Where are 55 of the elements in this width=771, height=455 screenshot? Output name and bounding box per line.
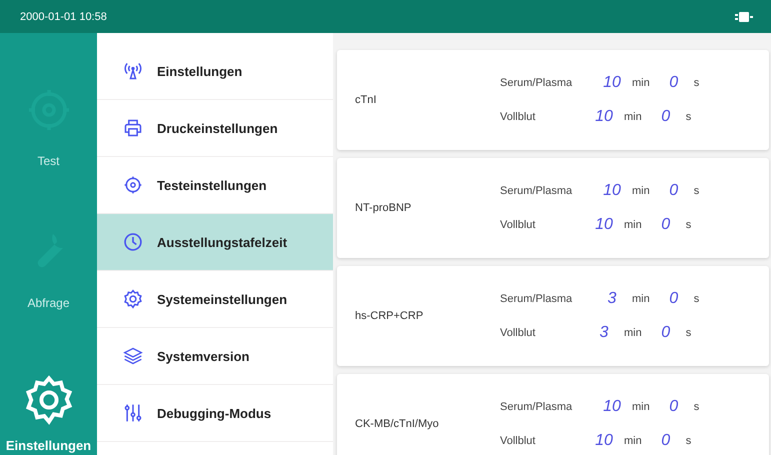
test-name: cTnI	[355, 94, 378, 106]
minutes-field[interactable]: 3	[598, 290, 626, 308]
unit-label: min	[632, 185, 650, 197]
test-name: CK-MB/cTnI/Myo	[355, 418, 440, 430]
minutes-field[interactable]: 10	[598, 398, 626, 416]
unit-label: s	[686, 435, 692, 447]
unit-label: min	[624, 111, 642, 123]
nav-item[interactable]: Einstellungen	[0, 318, 97, 455]
minutes-field[interactable]: 3	[590, 324, 618, 342]
seconds-field[interactable]: 0	[652, 432, 680, 450]
unit-label: min	[624, 435, 642, 447]
unit-label: s	[686, 219, 692, 231]
sample-type: Serum/Plasma	[500, 77, 574, 89]
unit-label: min	[624, 219, 642, 231]
sample-type: Serum/Plasma	[500, 401, 574, 413]
seconds-field[interactable]: 0	[660, 290, 688, 308]
seconds-field[interactable]: 0	[660, 398, 688, 416]
layers-icon	[123, 346, 143, 366]
seconds-field[interactable]: 0	[660, 182, 688, 200]
seconds-field[interactable]: 0	[660, 74, 688, 92]
unit-label: s	[694, 77, 700, 89]
test-name: hs-CRP+CRP	[355, 310, 424, 322]
plug-icon	[735, 10, 753, 22]
sample-type: Vollblut	[500, 111, 536, 123]
sample-type: Vollblut	[500, 435, 536, 447]
test-name: NT-proBNP	[355, 202, 412, 214]
unit-label: s	[694, 185, 700, 197]
unit-label: min	[632, 77, 650, 89]
gear-icon	[123, 289, 143, 309]
datetime: 2000-01-01 10:58	[20, 10, 107, 22]
seconds-field[interactable]: 0	[652, 108, 680, 126]
menu-item[interactable]: Ausstellungstafelzeit	[97, 214, 333, 271]
unit-label: min	[624, 327, 642, 339]
minutes-field[interactable]: 10	[598, 74, 626, 92]
unit-label: s	[686, 111, 692, 123]
sample-type: Vollblut	[500, 327, 536, 339]
seconds-field[interactable]: 0	[652, 216, 680, 234]
minutes-field[interactable]: 10	[590, 108, 618, 126]
minutes-field[interactable]: 10	[590, 216, 618, 234]
unit-label: min	[632, 401, 650, 413]
minutes-field[interactable]: 10	[590, 432, 618, 450]
unit-label: s	[694, 401, 700, 413]
clock-icon	[123, 232, 143, 252]
sample-type: Serum/Plasma	[500, 185, 574, 197]
antenna-icon	[123, 61, 143, 81]
target-icon	[123, 175, 143, 195]
printer-icon	[123, 118, 143, 138]
seconds-field[interactable]: 0	[652, 324, 680, 342]
minutes-field[interactable]: 10	[598, 182, 626, 200]
sample-type: Serum/Plasma	[500, 293, 574, 305]
sliders-icon	[123, 403, 143, 423]
unit-label: s	[694, 293, 700, 305]
sample-type: Vollblut	[500, 219, 536, 231]
unit-label: s	[686, 327, 692, 339]
unit-label: min	[632, 293, 650, 305]
